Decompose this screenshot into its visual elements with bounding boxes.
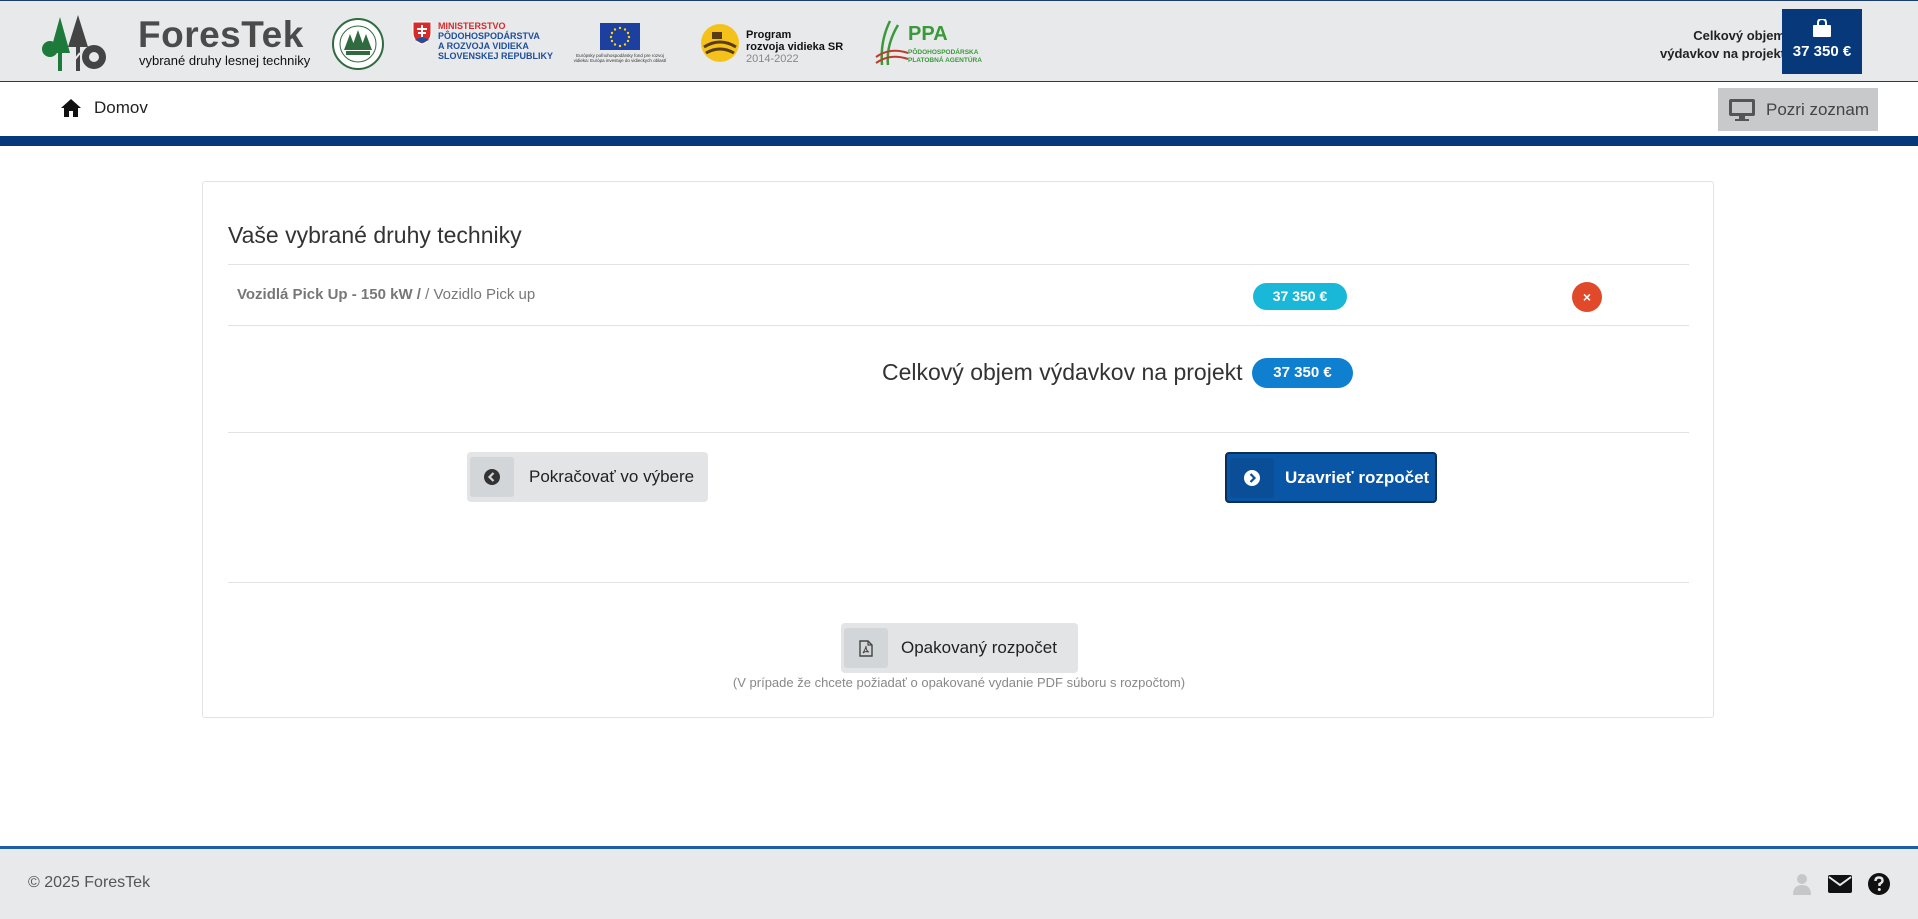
close-budget-label: Uzavrieť rozpočet <box>1285 467 1430 487</box>
home-link[interactable]: Domov <box>60 98 148 118</box>
ministry-line-2: PÔDOHOSPODÁRSTVA <box>438 31 540 41</box>
item-name-secondary: / Vozidlo Pick up <box>420 286 536 303</box>
copyright: © 2025 ForesTek <box>28 874 151 891</box>
remove-icon: × <box>1582 289 1592 305</box>
total-price-badge: 37 350 € <box>1252 358 1353 388</box>
view-list-button[interactable]: Pozri zoznam <box>1718 88 1878 131</box>
ppa-logo: PPA PÔDOHOSPODÁRSKA PLATOBNÁ AGENTÚRA <box>874 17 1004 71</box>
cart-label-line-1: Celkový objem <box>1693 28 1785 43</box>
remove-item-button[interactable]: × <box>1572 282 1602 312</box>
prv-logo-icon <box>701 24 739 62</box>
cart-total-label: Celkový objem výdavkov na projekt <box>1660 27 1785 63</box>
view-list-label: Pozri zoznam <box>1766 99 1869 119</box>
eu-flag-icon <box>600 23 640 50</box>
question-circle-icon[interactable] <box>1868 873 1890 900</box>
site-footer: © 2025 ForesTek <box>0 846 1918 919</box>
forestek-logo-icon <box>42 15 106 71</box>
ppa-logo-icon <box>875 20 909 66</box>
divider <box>228 432 1689 433</box>
ppa-title: PPA <box>908 23 948 45</box>
ministry-line-1: MINISTERSTVO <box>438 21 506 31</box>
ppa-line-2: PLATOBNÁ AGENTÚRA <box>908 57 982 64</box>
item-price-badge: 37 350 € <box>1253 283 1347 310</box>
eu-logo: Európsky poľnohospodársky fond pre rozvo… <box>568 23 672 65</box>
total-label: Celkový objem výdavkov na projekt <box>882 359 1243 385</box>
repeat-budget-label: Opakovaný rozpočet <box>901 638 1057 657</box>
prv-line-1: Program <box>746 29 792 41</box>
file-pdf-icon <box>844 628 888 668</box>
ministry-logo: MINISTERSTVO PÔDOHOSPODÁRSTVA A ROZVOJA … <box>412 19 553 67</box>
site-header: ForesTek vybrané druhy lesnej techniky M… <box>0 0 1918 82</box>
seal-icon <box>332 18 384 70</box>
envelope-icon[interactable] <box>1828 875 1852 898</box>
home-label: Domov <box>94 98 148 117</box>
monitor-icon <box>1729 98 1755 121</box>
main-nav: Domov Pozri zoznam <box>0 82 1918 136</box>
brand-name: ForesTek <box>138 14 304 55</box>
cart-label-line-2: výdavkov na projekt <box>1660 46 1785 61</box>
eu-logo-caption: Európsky poľnohospodársky fond pre rozvo… <box>573 53 667 63</box>
repeat-budget-button[interactable]: Opakovaný rozpočet <box>841 623 1078 673</box>
nav-divider-bar <box>0 136 1918 146</box>
budget-card: Vaše vybrané druhy techniky Vozidlá Pick… <box>202 181 1714 718</box>
continue-selection-label: Pokračovať vo výbere <box>529 467 695 486</box>
prv-logo: Program rozvoja vidieka SR 2014-2022 <box>700 21 850 65</box>
divider <box>228 582 1689 583</box>
arrow-circle-right-icon <box>1230 457 1274 498</box>
cart-total-amount: 37 350 € <box>1792 43 1852 60</box>
item-name[interactable]: Vozidlá Pick Up - 150 kW / / Vozidlo Pic… <box>237 286 535 303</box>
item-name-primary: Vozidlá Pick Up - 150 kW / <box>237 286 421 303</box>
prv-line-2: rozvoja vidieka SR <box>746 41 844 53</box>
list-item: Vozidlá Pick Up - 150 kW / / Vozidlo Pic… <box>228 265 1689 326</box>
ministry-line-4: SLOVENSKEJ REPUBLIKY <box>438 51 554 61</box>
ministry-line-3: A ROZVOJA VIDIEKA <box>438 41 529 51</box>
card-title: Vaše vybrané druhy techniky <box>228 222 522 248</box>
continue-selection-button[interactable]: Pokračovať vo výbere <box>467 452 708 502</box>
divider <box>228 325 1689 326</box>
footer-icons <box>1776 873 1890 900</box>
prv-line-3: 2014-2022 <box>746 53 799 65</box>
close-budget-button[interactable]: Uzavrieť rozpočet <box>1225 452 1437 503</box>
slovak-crest-icon <box>412 21 432 45</box>
cart-total-button[interactable]: 37 350 € <box>1782 9 1862 74</box>
user-icon[interactable] <box>1792 873 1812 900</box>
forestek-logo[interactable]: ForesTek vybrané druhy lesnej techniky <box>42 13 312 73</box>
brand-tagline: vybrané druhy lesnej techniky <box>139 53 311 68</box>
arrow-circle-left-icon <box>470 457 514 497</box>
shopping-bag-icon <box>1813 19 1831 37</box>
ppa-line-1: PÔDOHOSPODÁRSKA <box>908 49 979 56</box>
total-row: Celkový objem výdavkov na projekt 37 350… <box>203 352 1715 392</box>
home-icon <box>61 99 81 117</box>
repeat-budget-note: (V prípade že chcete požiadať o opakovan… <box>732 675 1186 690</box>
